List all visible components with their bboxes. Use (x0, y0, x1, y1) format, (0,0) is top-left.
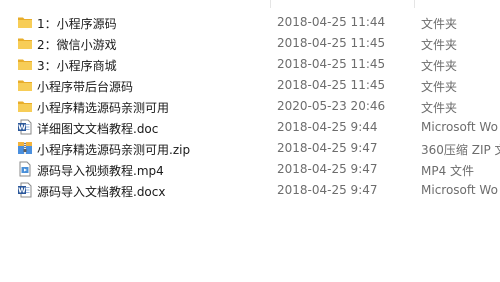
file-name: 详细图文文档教程.doc (37, 122, 159, 136)
file-type: MP4 文件 (421, 164, 475, 178)
svg-text:W: W (18, 124, 26, 132)
word-doc-icon: W (17, 182, 33, 198)
file-name: 2：微信小游戏 (37, 38, 117, 52)
file-modified-date: 2018-04-25 11:45 (277, 36, 386, 50)
column-divider-type[interactable] (414, 0, 415, 8)
file-row[interactable]: 源码导入视频教程.mp4 2018-04-25 9:47 MP4 文件 (0, 159, 500, 180)
file-type: 文件夹 (421, 101, 458, 115)
file-type: 360压缩 ZIP 文 (421, 143, 500, 157)
svg-text:W: W (18, 187, 26, 195)
file-type: 文件夹 (421, 17, 458, 31)
file-row[interactable]: 小程序精选源码亲测可用 2020-05-23 20:46 文件夹 (0, 96, 500, 117)
file-row[interactable]: 2：微信小游戏 2018-04-25 11:45 文件夹 (0, 33, 500, 54)
file-type: 文件夹 (421, 80, 458, 94)
word-doc-icon: W (17, 119, 33, 135)
file-modified-date: 2020-05-23 20:46 (277, 99, 386, 113)
file-modified-date: 2018-04-25 9:47 (277, 162, 378, 176)
file-name: 小程序精选源码亲测可用 (37, 101, 170, 115)
file-name: 源码导入文档教程.docx (37, 185, 166, 199)
zip-archive-icon (17, 140, 33, 156)
file-name: 源码导入视频教程.mp4 (37, 164, 164, 178)
file-type: Microsoft Wo (421, 120, 498, 134)
file-name: 小程序精选源码亲测可用.zip (37, 143, 191, 157)
file-row[interactable]: 3：小程序商城 2018-04-25 11:45 文件夹 (0, 54, 500, 75)
file-modified-date: 2018-04-25 9:44 (277, 120, 378, 134)
file-modified-date: 2018-04-25 9:47 (277, 141, 378, 155)
file-row[interactable]: W 源码导入文档教程.docx 2018-04-25 9:47 Microsof… (0, 180, 500, 201)
file-row[interactable]: 小程序带后台源码 2018-04-25 11:45 文件夹 (0, 75, 500, 96)
file-name: 1：小程序源码 (37, 17, 117, 31)
folder-icon (17, 56, 33, 72)
folder-icon (17, 98, 33, 114)
file-name: 3：小程序商城 (37, 59, 117, 73)
file-type: 文件夹 (421, 59, 458, 73)
file-type: 文件夹 (421, 38, 458, 52)
folder-icon (17, 77, 33, 93)
folder-icon (17, 14, 33, 30)
file-modified-date: 2018-04-25 11:44 (277, 15, 386, 29)
file-row[interactable]: W 详细图文文档教程.doc 2018-04-25 9:44 Microsoft… (0, 117, 500, 138)
file-row[interactable]: 小程序精选源码亲测可用.zip 2018-04-25 9:47 360压缩 ZI… (0, 138, 500, 159)
column-header-strip (0, 0, 500, 8)
file-modified-date: 2018-04-25 11:45 (277, 78, 386, 92)
video-file-icon (17, 161, 33, 177)
file-name: 小程序带后台源码 (37, 80, 134, 94)
file-list: 1：小程序源码 2018-04-25 11:44 文件夹 2：微信小游戏 201… (0, 12, 500, 201)
file-row[interactable]: 1：小程序源码 2018-04-25 11:44 文件夹 (0, 12, 500, 33)
file-modified-date: 2018-04-25 11:45 (277, 57, 386, 71)
file-modified-date: 2018-04-25 9:47 (277, 183, 378, 197)
folder-icon (17, 35, 33, 51)
column-divider-date[interactable] (270, 0, 271, 8)
file-type: Microsoft Wo (421, 183, 498, 197)
